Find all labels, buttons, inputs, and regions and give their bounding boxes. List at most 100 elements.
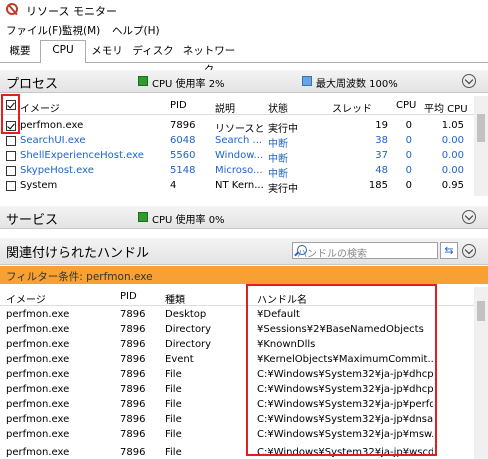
process-pid: 6048 bbox=[170, 135, 196, 146]
process-row[interactable]: ShellExperienceHost.exe 5560 Window... 中… bbox=[0, 149, 474, 165]
process-description: NT Kern... bbox=[215, 180, 264, 191]
menu-help[interactable]: ヘルプ(H) bbox=[112, 23, 160, 38]
handle-type: File bbox=[165, 399, 182, 410]
handles-collapse-chevron-icon[interactable] bbox=[462, 244, 476, 258]
handle-type: File bbox=[165, 429, 182, 440]
handle-image: perfmon.exe bbox=[6, 309, 70, 320]
process-row[interactable]: System 4 NT Kern... 実行中 185 0 0.95 bbox=[0, 179, 474, 195]
menu-monitor[interactable]: 監視(M) bbox=[62, 23, 100, 38]
handle-image: perfmon.exe bbox=[6, 399, 70, 410]
handles-scrollbar[interactable] bbox=[474, 287, 488, 459]
tab-network[interactable]: ネットワーク bbox=[178, 42, 240, 76]
checkbox-highlight bbox=[1, 94, 20, 134]
process-scrollbar-thumb[interactable] bbox=[477, 114, 485, 142]
col-cpu[interactable]: CPU bbox=[396, 100, 416, 111]
handle-type: Directory bbox=[165, 339, 212, 350]
tab-overview[interactable]: 概要 bbox=[2, 42, 38, 61]
handle-search-input[interactable]: ハンドルの検索 bbox=[292, 242, 438, 260]
col-handle-pid[interactable]: PID bbox=[120, 291, 137, 302]
process-checkbox[interactable] bbox=[6, 181, 16, 191]
expand-chevron-icon[interactable] bbox=[462, 210, 476, 224]
process-state: 中断 bbox=[268, 169, 288, 180]
handle-type: File bbox=[165, 369, 182, 380]
process-average-cpu: 0.00 bbox=[441, 135, 464, 146]
handle-type: File bbox=[165, 414, 182, 425]
handle-type: Directory bbox=[165, 324, 212, 335]
menu-bar: ファイル(F) 監視(M) ヘルプ(H) bbox=[0, 20, 488, 40]
process-pid: 5560 bbox=[170, 150, 196, 161]
col-handle-type[interactable]: 種類 bbox=[165, 291, 185, 306]
process-checkbox[interactable] bbox=[6, 151, 16, 161]
col-average-cpu[interactable]: 平均 CPU bbox=[424, 100, 468, 115]
process-average-cpu: 1.05 bbox=[441, 120, 464, 131]
handle-image: perfmon.exe bbox=[6, 447, 70, 458]
max-frequency: 最大周波数 100% bbox=[316, 79, 398, 90]
services-cpu-usage: CPU 使用率 0% bbox=[152, 215, 225, 226]
process-description: Microso... bbox=[215, 165, 263, 176]
services-section-header[interactable]: サービス CPU 使用率 0% bbox=[0, 206, 488, 229]
resource-monitor-icon bbox=[6, 3, 18, 15]
filter-label: フィルター条件: perfmon.exe bbox=[6, 271, 153, 283]
cpu-usage-indicator bbox=[138, 76, 148, 86]
refresh-icon[interactable]: ⇆ bbox=[440, 242, 458, 259]
handles-section-title: 関連付けられたハンドル bbox=[6, 246, 150, 261]
process-row[interactable]: SearchUI.exe 6048 Search ... 中断 38 0 0.0… bbox=[0, 134, 474, 150]
col-pid[interactable]: PID bbox=[170, 100, 187, 111]
services-cpu-indicator bbox=[138, 212, 148, 222]
process-cpu: 0 bbox=[405, 135, 412, 146]
collapse-chevron-icon[interactable] bbox=[462, 74, 476, 88]
process-cpu: 0 bbox=[405, 165, 412, 176]
process-average-cpu: 0.00 bbox=[441, 150, 464, 161]
process-section-header[interactable]: プロセス CPU 使用率 2% 最大周波数 100% bbox=[0, 70, 488, 93]
menu-file[interactable]: ファイル(F) bbox=[6, 23, 62, 38]
tab-bar: 概要 CPU メモリ ディスク ネットワーク bbox=[0, 40, 488, 76]
process-threads: 38 bbox=[375, 135, 388, 146]
col-description[interactable]: 説明 bbox=[215, 100, 235, 115]
process-name: SkypeHost.exe bbox=[20, 165, 94, 176]
handle-image: perfmon.exe bbox=[6, 339, 70, 350]
process-description: リソースと... bbox=[215, 124, 265, 135]
process-name: ShellExperienceHost.exe bbox=[20, 150, 144, 161]
process-scrollbar[interactable] bbox=[474, 96, 488, 196]
process-threads: 19 bbox=[375, 120, 388, 131]
search-icon[interactable] bbox=[297, 245, 307, 255]
handle-pid: 7896 bbox=[120, 369, 146, 380]
process-state: 実行中 bbox=[268, 124, 298, 135]
tab-disk[interactable]: ディスク bbox=[130, 42, 176, 61]
col-state[interactable]: 状態 bbox=[268, 100, 288, 115]
handle-pid: 7896 bbox=[120, 309, 146, 320]
process-name: SearchUI.exe bbox=[20, 135, 86, 146]
process-cpu: 0 bbox=[405, 120, 412, 131]
process-pid: 4 bbox=[170, 180, 177, 191]
handle-image: perfmon.exe bbox=[6, 369, 70, 380]
process-threads: 48 bbox=[375, 165, 388, 176]
process-row[interactable]: SkypeHost.exe 5148 Microso... 中断 48 0 0.… bbox=[0, 164, 474, 180]
process-cpu-usage: CPU 使用率 2% bbox=[152, 79, 225, 90]
process-cpu: 0 bbox=[405, 150, 412, 161]
handle-image: perfmon.exe bbox=[6, 384, 70, 395]
handle-pid: 7896 bbox=[120, 447, 146, 458]
handle-image: perfmon.exe bbox=[6, 429, 70, 440]
col-handle-image[interactable]: イメージ bbox=[6, 291, 46, 306]
process-pid: 5148 bbox=[170, 165, 196, 176]
col-image[interactable]: イメージ bbox=[20, 100, 60, 115]
process-checkbox[interactable] bbox=[6, 166, 16, 176]
handle-pid: 7896 bbox=[120, 354, 146, 365]
process-name: System bbox=[20, 180, 58, 191]
process-state: 中断 bbox=[268, 139, 288, 150]
handles-scrollbar-thumb[interactable] bbox=[477, 301, 485, 321]
handle-pid: 7896 bbox=[120, 324, 146, 335]
process-table-header: イメージ PID 説明 状態 スレッド CPU 平均 CPU bbox=[0, 96, 474, 115]
handle-pid: 7896 bbox=[120, 399, 146, 410]
col-threads[interactable]: スレッド bbox=[332, 100, 372, 115]
handle-type: File bbox=[165, 447, 182, 458]
process-checkbox[interactable] bbox=[6, 136, 16, 146]
process-row[interactable]: perfmon.exe 7896 リソースと... 実行中 19 0 1.05 bbox=[0, 119, 474, 135]
tab-memory[interactable]: メモリ bbox=[88, 42, 126, 61]
handle-image: perfmon.exe bbox=[6, 414, 70, 425]
process-pid: 7896 bbox=[170, 120, 196, 131]
handle-image: perfmon.exe bbox=[6, 324, 70, 335]
tab-cpu[interactable]: CPU bbox=[40, 40, 86, 63]
process-section-title: プロセス bbox=[6, 77, 59, 92]
handle-pid: 7896 bbox=[120, 339, 146, 350]
